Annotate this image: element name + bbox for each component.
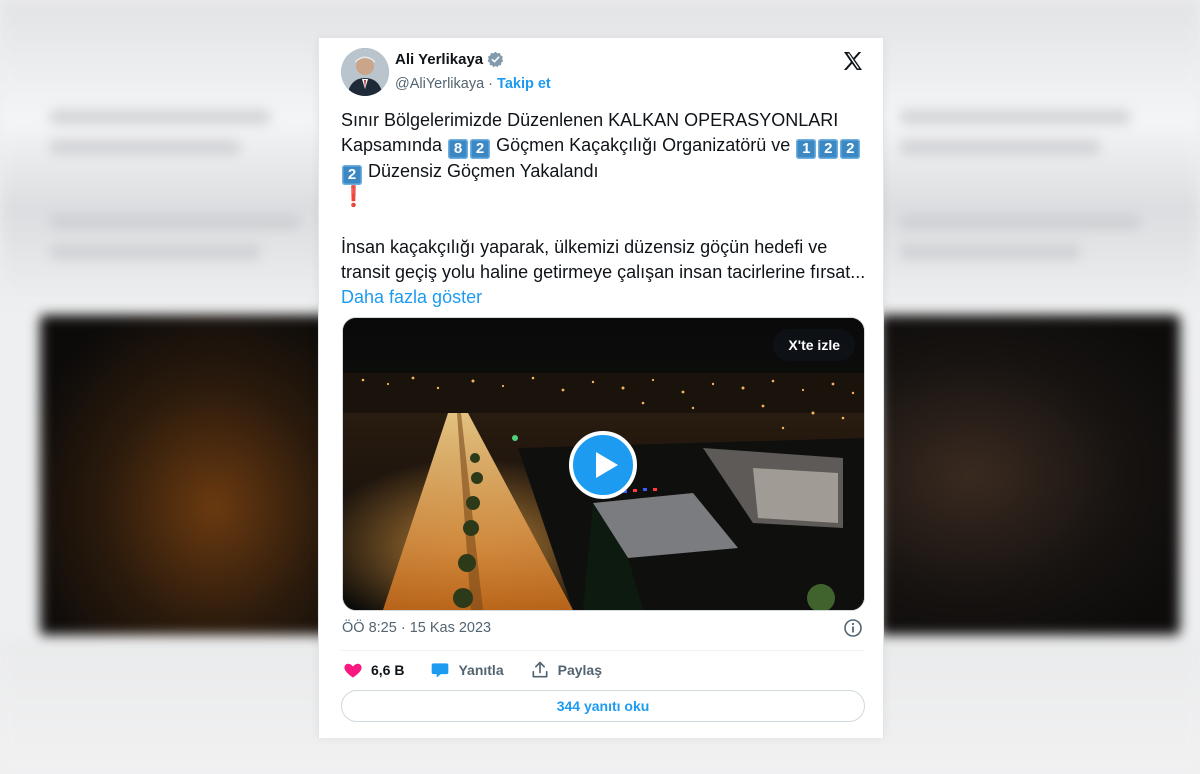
keycap-digit: 2 <box>840 139 861 159</box>
tweet-paragraph-1: Sınır Bölgelerimizde Düzenlenen KALKAN O… <box>341 108 871 210</box>
keycap-digit: 2 <box>470 139 491 159</box>
reply-bubble-icon <box>432 663 449 678</box>
exclamation-icon: ❗ <box>341 186 366 208</box>
divider <box>341 650 865 651</box>
show-more-link[interactable]: Daha fazla göster <box>341 287 482 307</box>
share-button[interactable]: Paylaş <box>530 660 602 680</box>
tweet-paragraph-2: İnsan kaçakçılığı yaparak, ülkemizi düze… <box>341 235 871 310</box>
verified-badge-icon <box>487 51 504 68</box>
follow-button[interactable]: Takip et <box>497 76 551 92</box>
share-icon <box>532 661 548 678</box>
heart-icon <box>344 663 362 678</box>
info-icon[interactable] <box>843 618 863 638</box>
reply-label: Yanıtla <box>458 662 504 678</box>
keycap-digit: 1 <box>796 139 817 159</box>
share-label: Paylaş <box>557 662 602 678</box>
action-bar: 6,6 B Yanıtla Paylaş <box>343 658 628 682</box>
number-82: 82 <box>447 135 491 159</box>
author-row: Ali Yerlikaya <box>395 51 504 68</box>
tweet-text: Sınır Bölgelerimizde Düzenlenen KALKAN O… <box>341 108 871 310</box>
text-part: Düzensiz Göçmen Yakalandı <box>368 161 599 181</box>
like-button[interactable]: 6,6 B <box>343 660 404 680</box>
tweet-timestamp[interactable]: ÖÖ 8:25 · 15 Kas 2023 <box>342 620 491 636</box>
like-count: 6,6 B <box>371 662 405 678</box>
keycap-digit: 8 <box>448 139 469 159</box>
author-handle[interactable]: @AliYerlikaya <box>395 76 484 92</box>
video-player[interactable]: X'te izle <box>342 317 865 611</box>
keycap-digit: 2 <box>818 139 839 159</box>
text-part: İnsan kaçakçılığı yaparak, ülkemizi düze… <box>341 237 866 282</box>
play-icon[interactable] <box>569 431 637 499</box>
separator-dot: · <box>488 76 494 92</box>
x-logo-icon[interactable] <box>841 49 865 73</box>
tweet-card: Ali Yerlikaya @AliYerlikaya · Takip et S… <box>318 38 884 738</box>
reply-button[interactable]: Yanıtla <box>430 660 504 680</box>
watch-on-x-button[interactable]: X'te izle <box>773 329 855 361</box>
text-part: Göçmen Kaçakçılığı Organizatörü ve <box>496 135 791 155</box>
handle-row: @AliYerlikaya · Takip et <box>395 76 551 92</box>
author-name[interactable]: Ali Yerlikaya <box>395 51 483 68</box>
avatar[interactable] <box>341 48 389 96</box>
keycap-digit: 2 <box>342 165 362 185</box>
read-replies-button[interactable]: 344 yanıtı oku <box>341 690 865 722</box>
